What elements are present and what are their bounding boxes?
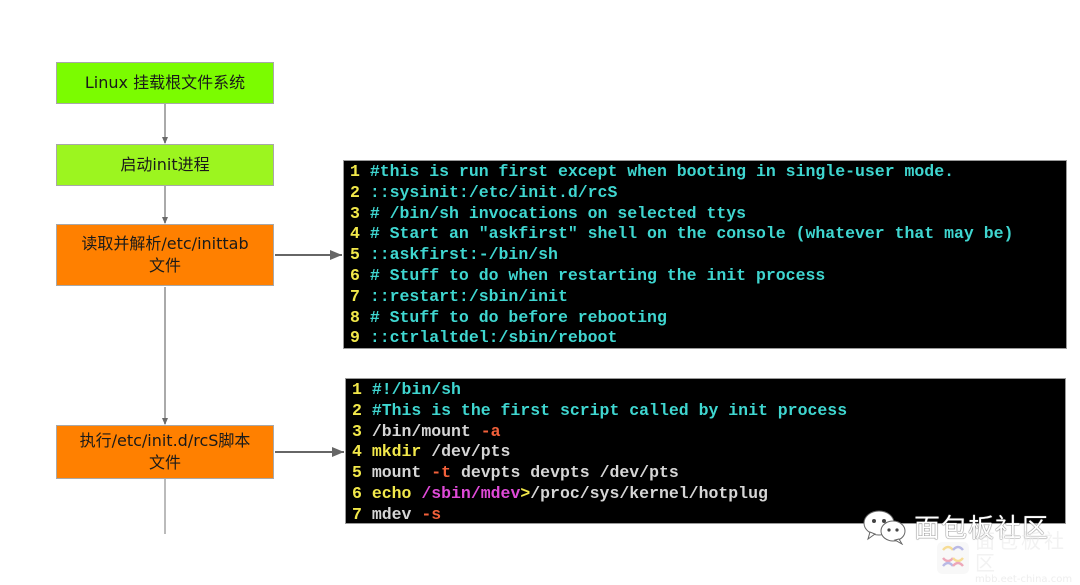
line-number: 6 xyxy=(352,483,362,503)
code-token: /dev/pts xyxy=(421,442,511,462)
code-line: 2 ::sysinit:/etc/init.d/rcS xyxy=(350,183,1066,204)
code-line: 3 /bin/mount -a xyxy=(352,422,1065,443)
code-line: 8 # Stuff to do before rebooting xyxy=(350,308,1066,329)
code-line: 1 #!/bin/sh xyxy=(352,380,1065,401)
code-token: /proc/sys/kernel/hotplug xyxy=(530,483,768,503)
code-line: 5 mount -t devpts devpts /dev/pts xyxy=(352,463,1065,484)
code-token: # Stuff to do when restarting the init p… xyxy=(369,265,826,285)
code-token: /bin/mount xyxy=(371,421,481,441)
code-token: ::askfirst:-/bin/sh xyxy=(369,245,558,265)
step-label-line2: 文件 xyxy=(148,256,181,275)
code-token: mkdir xyxy=(371,442,422,462)
step-mount-rootfs: Linux 挂载根文件系统 xyxy=(56,62,274,104)
code-token: > xyxy=(520,483,531,503)
step-label-line1: 执行/etc/init.d/rcS脚本 xyxy=(79,431,251,450)
code-line: 5 ::askfirst:-/bin/sh xyxy=(350,245,1066,266)
code-line: 9 ::ctrlaltdel:/sbin/reboot xyxy=(350,328,1066,349)
site-watermark: 面包板社区 mbb.eet-china.com xyxy=(937,530,1080,585)
site-url: mbb.eet-china.com xyxy=(975,574,1073,585)
line-number: 1 xyxy=(352,380,362,399)
code-token: # /bin/sh invocations on selected ttys xyxy=(369,203,747,223)
line-number: 3 xyxy=(352,421,362,441)
code-line: 1 #this is run first except when booting… xyxy=(350,162,1066,183)
code-token: ::restart:/sbin/init xyxy=(369,286,568,306)
code-token: devpts devpts /dev/pts xyxy=(451,463,679,483)
code-token: #This is the first script called by init… xyxy=(371,400,848,420)
code-token: # Start an "askfirst" shell on the conso… xyxy=(369,224,1014,244)
code-token: -a xyxy=(480,421,501,441)
code-line: 6 # Stuff to do when restarting the init… xyxy=(350,266,1066,287)
code-token: -t xyxy=(431,463,452,483)
code-line: 3 # /bin/sh invocations on selected ttys xyxy=(350,204,1066,225)
code-line: 7 ::restart:/sbin/init xyxy=(350,287,1066,308)
line-number: 4 xyxy=(350,224,360,244)
line-number: 1 xyxy=(350,162,360,181)
line-number: 9 xyxy=(350,328,360,348)
line-number: 7 xyxy=(352,504,362,524)
line-number: 5 xyxy=(350,245,360,265)
code-token: ::ctrlaltdel:/sbin/reboot xyxy=(369,328,618,348)
rcs-code-block: 1 #!/bin/sh 2 #This is the first script c… xyxy=(345,378,1066,524)
code-line: 4 # Start an "askfirst" shell on the con… xyxy=(350,224,1066,245)
step-label: 启动init进程 xyxy=(120,155,210,174)
code-token: #this is run first except when booting i… xyxy=(369,162,955,181)
step-parse-inittab: 读取并解析/etc/inittab 文件 xyxy=(56,224,274,286)
step-run-rcs: 执行/etc/init.d/rcS脚本 文件 xyxy=(56,425,274,479)
inittab-code-block: 1 #this is run first except when booting… xyxy=(343,160,1067,349)
code-line: 6 echo /sbin/mdev>/proc/sys/kernel/hotpl… xyxy=(352,484,1065,505)
code-token: /sbin/mdev xyxy=(411,483,521,503)
line-number: 8 xyxy=(350,307,360,327)
code-line: 4 mkdir /dev/pts xyxy=(352,442,1065,463)
line-number: 6 xyxy=(350,265,360,285)
code-token: mount xyxy=(371,463,432,483)
code-token: -s xyxy=(421,504,442,524)
line-number: 7 xyxy=(350,286,360,306)
line-number: 2 xyxy=(350,182,360,202)
line-number: 5 xyxy=(352,463,362,483)
code-token: echo xyxy=(371,483,412,503)
step-label: Linux 挂载根文件系统 xyxy=(84,73,246,92)
code-line: 2 #This is the first script called by in… xyxy=(352,401,1065,422)
site-name: 面包板社区 xyxy=(975,529,1067,575)
line-number: 3 xyxy=(350,203,360,223)
code-token: ::sysinit:/etc/init.d/rcS xyxy=(369,182,618,202)
step-label-line1: 读取并解析/etc/inittab xyxy=(81,234,249,253)
step-start-init: 启动init进程 xyxy=(56,144,274,186)
step-label-line2: 文件 xyxy=(148,453,181,472)
line-number: 2 xyxy=(352,400,362,420)
site-logo-icon xyxy=(937,541,969,574)
code-token: mdev xyxy=(371,504,422,524)
wechat-icon xyxy=(863,510,906,545)
line-number: 4 xyxy=(352,442,362,462)
code-token: # Stuff to do before rebooting xyxy=(369,307,667,327)
code-token: #!/bin/sh xyxy=(371,380,461,399)
